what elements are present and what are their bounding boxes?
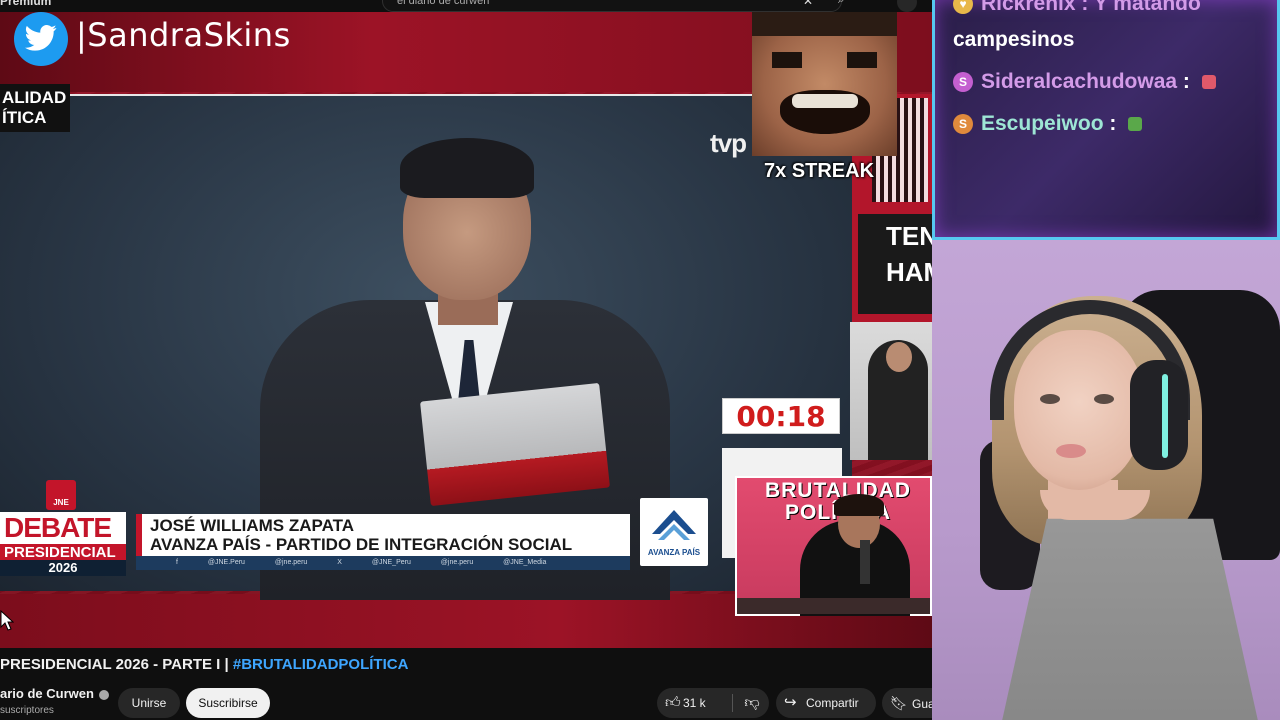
party-logo-label: AVANZA PAÍS [647,548,701,557]
verified-icon [98,689,109,700]
debate-logo-year: 2026 [0,560,126,576]
debate-logo-title: DEBATE [0,512,126,544]
party-name: AVANZA PAÍS - PARTIDO DE INTEGRACIÓN SOC… [150,535,573,554]
like-divider [732,694,733,712]
lower-third: JOSÉ WILLIAMS ZAPATA AVANZA PAÍS - PARTI… [136,514,630,556]
twitter-icon [14,12,68,66]
chat-message-partial: Rickrenix : Y matando [981,0,1201,15]
twitter-bird-icon [25,25,57,51]
streak-label: 7x STREAK [764,160,875,182]
video-title: PRESIDENCIAL 2026 - PARTE I | #BRUTALIDA… [0,656,408,673]
meme-teeth [792,94,858,108]
search-icon[interactable]: ⌕ [838,0,862,12]
save-icon: 🔖︎ [890,695,908,711]
youtube-premium-label: Premium [0,0,52,8]
inset-desk [737,598,930,614]
dislike-button[interactable]: 👎︎ [735,688,769,718]
video-title-text: PRESIDENCIAL 2026 - PARTE I | [0,656,233,673]
chat-message: ♥ Rickrenix : Y matando [953,0,1201,16]
join-button[interactable]: Unirse [118,688,180,718]
social-handles-bar: f @JNE.Peru @jne.peru X @JNE_Peru @jne.p… [136,556,630,570]
candidate-name: JOSÉ WILLIAMS ZAPATA [150,516,354,535]
subscriber-count: suscriptores [0,705,54,716]
subscribe-button[interactable]: Suscribirse [186,688,270,718]
channel-logo: ALIDAD ÍTICA [0,84,70,132]
inset-person-hair [834,494,884,516]
debate-timer: 00:18 [722,398,840,434]
promo-text: TEN HAM [858,214,945,314]
stream-chat-overlay: ♥ Rickrenix : Y matando campesinos S Sider… [932,0,1280,240]
like-count: 31 k [683,696,706,710]
chat-message-continuation: campesinos [953,28,1075,51]
chat-badge-icon: S [953,72,973,93]
video-hashtag-link[interactable]: #BRUTALIDADPOLÍTICA [233,656,409,673]
like-icon: 👍︎ [665,694,681,711]
microphone-icon [860,540,870,584]
share-icon: ↪ [784,694,797,711]
meme-emote-image [752,12,897,156]
close-icon[interactable]: ✕ [803,0,813,8]
meme-hair [752,12,897,36]
share-label: Compartir [806,696,859,710]
chat-message: S Sideralcachudowaa : [953,70,1216,94]
chat-badge-icon: S [953,114,973,135]
like-dislike-group: 👍︎ 31 k 👎︎ [657,688,769,718]
party-emblem-icon [652,510,696,540]
candidate-folder [420,382,610,507]
cursor-icon [0,610,14,631]
streamer-lips [1056,444,1086,458]
twitter-handle: |SandraSkins [76,16,291,54]
share-button[interactable]: ↪ Compartir [776,688,876,718]
save-label: Gua [912,697,932,711]
chat-username: Sideralcachudowaa [981,70,1178,93]
chat-badge-icon: ♥ [953,0,973,15]
chat-separator: : [1177,70,1196,93]
party-logo: AVANZA PAÍS [640,498,708,566]
jne-badge: JNE [46,480,76,510]
headset-light [1162,374,1168,458]
headset-earcup [1130,360,1188,470]
emote-icon [1128,117,1143,132]
search-input[interactable]: el diario de curwen [382,0,842,12]
chat-separator: : [1103,112,1123,135]
save-button[interactable]: 🔖︎ Gua [882,688,932,718]
chat-message: S Escupeiwoo : [953,112,1143,136]
channel-name[interactable]: ario de Curwen [0,686,109,701]
stream-scene: Premium el diario de curwen ✕ ⌕ tvp TEN … [0,0,1280,720]
emote-icon [1201,75,1216,90]
channel-name-text[interactable]: ario de Curwen [0,686,94,701]
streamer-collar [1040,490,1150,520]
like-button[interactable]: 👍︎ 31 k [657,688,729,718]
dislike-icon: 👎︎ [744,694,760,711]
chat-username: Escupeiwoo [981,112,1104,135]
meme-eyes [772,52,877,68]
interpreter-face [886,342,912,372]
candidate-hair [400,138,534,198]
